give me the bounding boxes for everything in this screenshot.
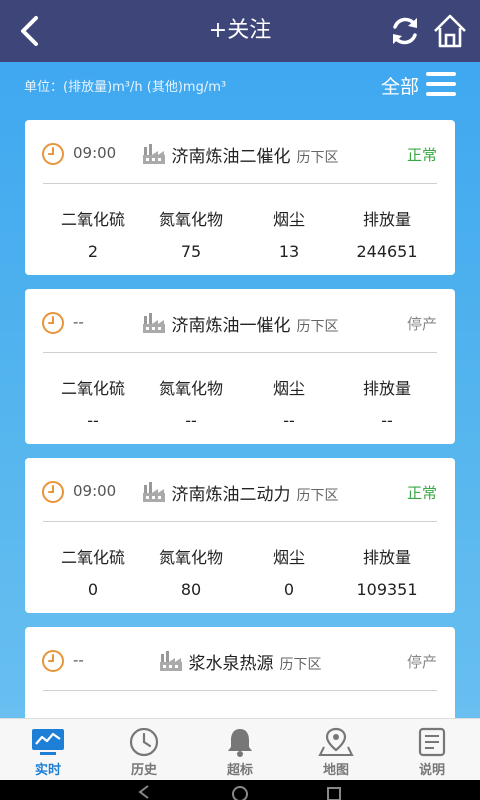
clock-icon xyxy=(129,727,159,757)
unit-text: 单位：(排放量)m³/h (其他)mg/m³ xyxy=(24,80,227,95)
metrics-row: 二氧化硫 -- 氮氧化物 -- 烟尘 -- 排放量 -- xyxy=(44,375,436,430)
menu-icon[interactable] xyxy=(426,70,456,98)
status-badge: 停产 xyxy=(406,315,437,333)
metric-dust: 烟尘 13 xyxy=(240,206,338,261)
metric-label: 二氧化硫 xyxy=(60,548,125,567)
metric-label: 烟尘 xyxy=(272,379,305,398)
station-name: 济南炼油一催化 xyxy=(171,316,291,336)
metric-so2: 二氧化硫 2 xyxy=(44,206,142,261)
content-area[interactable]: 单位：(排放量)m³/h (其他)mg/m³ 全部 09:00 济南炼油二催化 … xyxy=(0,62,480,718)
metric-label: 烟尘 xyxy=(272,210,305,229)
app-header: +关注 xyxy=(0,0,480,62)
factory-icon xyxy=(142,482,165,502)
station-district: 历下区 xyxy=(296,488,339,504)
metric-so2: 二氧化硫 -- xyxy=(44,375,142,430)
station-name-group: 浆水泉热源 历下区 xyxy=(25,649,455,674)
tab-label: 实时 xyxy=(34,763,61,778)
metric-label: 氮氧化物 xyxy=(158,379,223,398)
metric-value: -- xyxy=(87,411,99,430)
metric-label: 氮氧化物 xyxy=(158,548,223,567)
system-nav-bar xyxy=(0,780,480,800)
station-name: 济南炼油二动力 xyxy=(171,485,291,505)
divider xyxy=(43,521,437,522)
metric-emission: 排放量 244651 xyxy=(338,206,436,261)
nav-recent-icon xyxy=(327,787,341,800)
metric-value: -- xyxy=(283,411,295,430)
status-badge: 停产 xyxy=(406,653,437,671)
tab-exceed[interactable]: 超标 xyxy=(192,719,288,780)
metric-dust: 烟尘 -- xyxy=(240,375,338,430)
system-nav-icons xyxy=(138,785,341,800)
metric-nox: 氮氧化物 -- xyxy=(142,375,240,430)
station-district: 历下区 xyxy=(296,319,339,335)
tab-map[interactable]: 地图 xyxy=(288,719,384,780)
station-card[interactable]: -- 浆水泉热源 历下区 停产 xyxy=(25,627,455,718)
tab-label: 超标 xyxy=(226,763,253,778)
status-badge: 正常 xyxy=(406,146,437,164)
filter-label[interactable]: 全部 xyxy=(381,72,419,99)
refresh-icon[interactable] xyxy=(388,14,422,48)
metric-label: 二氧化硫 xyxy=(60,379,125,398)
station-name: 济南炼油二催化 xyxy=(171,147,291,167)
metric-emission: 排放量 -- xyxy=(338,375,436,430)
bell-icon xyxy=(228,729,252,757)
metric-label: 氮氧化物 xyxy=(158,210,223,229)
station-name: 浆水泉热源 xyxy=(188,654,274,674)
home-icon[interactable] xyxy=(432,12,468,50)
metrics-row: 二氧化硫 2 氮氧化物 75 烟尘 13 排放量 244651 xyxy=(44,206,436,261)
divider xyxy=(43,690,437,691)
monitor-chart-icon xyxy=(32,729,64,755)
tab-label: 地图 xyxy=(322,763,349,778)
factory-icon xyxy=(142,313,165,333)
document-icon xyxy=(418,727,446,757)
station-card[interactable]: -- 济南炼油一催化 历下区 停产 二氧化硫 -- 氮氧化物 -- 烟尘 -- 排放量 -… xyxy=(25,289,455,444)
metric-value: -- xyxy=(185,411,197,430)
station-card[interactable]: 09:00 济南炼油二动力 历下区 正常 二氧化硫 0 氮氧化物 80 烟尘 0 排放量… xyxy=(25,458,455,613)
metric-value: 109351 xyxy=(356,580,418,599)
metric-emission: 排放量 109351 xyxy=(338,544,436,599)
divider xyxy=(43,183,437,184)
metric-value: 13 xyxy=(278,242,300,261)
metric-value: 0 xyxy=(87,580,99,599)
tab-label: 历史 xyxy=(130,763,157,778)
metric-label: 烟尘 xyxy=(272,548,305,567)
divider xyxy=(43,352,437,353)
metrics-row: 二氧化硫 0 氮氧化物 80 烟尘 0 排放量 109351 xyxy=(44,544,436,599)
metric-value: -- xyxy=(381,411,393,430)
station-name-group: 济南炼油一催化 历下区 xyxy=(25,311,455,336)
bottom-tab-bar: 实时 历史 超标 地图 说明 xyxy=(0,718,480,780)
metric-value: 80 xyxy=(180,580,202,599)
metric-value: 244651 xyxy=(356,242,418,261)
metric-value: 75 xyxy=(180,242,202,261)
tab-realtime[interactable]: 实时 xyxy=(0,719,96,780)
station-name-group: 济南炼油二动力 历下区 xyxy=(25,480,455,505)
station-district: 历下区 xyxy=(296,150,339,166)
unit-bar: 单位：(排放量)m³/h (其他)mg/m³ 全部 xyxy=(0,62,480,108)
nav-back-icon xyxy=(138,785,149,799)
metric-label: 排放量 xyxy=(362,210,411,229)
nav-home-icon xyxy=(232,786,248,800)
metric-label: 排放量 xyxy=(362,379,411,398)
metric-nox: 氮氧化物 80 xyxy=(142,544,240,599)
metric-label: 排放量 xyxy=(362,548,411,567)
station-name-group: 济南炼油二催化 历下区 xyxy=(25,142,455,167)
status-badge: 正常 xyxy=(406,484,437,502)
factory-icon xyxy=(159,651,182,671)
tab-history[interactable]: 历史 xyxy=(96,719,192,780)
metric-so2: 二氧化硫 0 xyxy=(44,544,142,599)
metric-nox: 氮氧化物 75 xyxy=(142,206,240,261)
station-card[interactable]: 09:00 济南炼油二催化 历下区 正常 二氧化硫 2 氮氧化物 75 烟尘 13 排放… xyxy=(25,120,455,275)
metric-value: 2 xyxy=(87,242,99,261)
tab-label: 说明 xyxy=(418,763,445,778)
metric-dust: 烟尘 0 xyxy=(240,544,338,599)
metric-value: 0 xyxy=(283,580,295,599)
factory-icon xyxy=(142,144,165,164)
tab-help[interactable]: 说明 xyxy=(384,719,480,780)
metric-label: 二氧化硫 xyxy=(60,210,125,229)
station-district: 历下区 xyxy=(279,657,322,673)
map-pin-icon xyxy=(318,727,354,756)
